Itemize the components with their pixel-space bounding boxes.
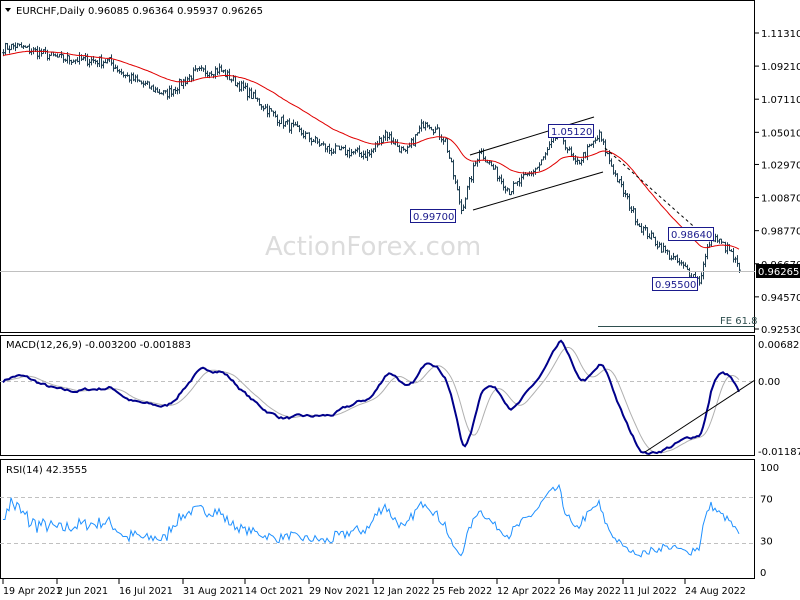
symbol-label: EURCHF,Daily [16, 6, 85, 17]
time-axis: 19 Apr 20212 Jun 2021 16 Jul 2021 31 Aug 2… [2, 579, 746, 597]
price-tick-label: 1.02970 [761, 160, 800, 171]
price-axis: 1.11310 1.09210 1.07110 1.05010 1.02970 1.008… [755, 29, 800, 336]
time-tick-label: 29 Nov 2021 [309, 586, 370, 597]
time-tick-label: 16 Jul 2021 [119, 586, 173, 597]
time-tick-label: 26 May 2022 [559, 586, 621, 597]
macd-label: MACD(12,26,9) -0.003200 -0.001883 [6, 340, 191, 351]
macd-tick-label: 0.006823 [758, 340, 800, 351]
rsi-label: RSI(14) 42.3555 [6, 465, 87, 476]
macd-tick-label: -0.011874 [758, 447, 800, 458]
rsi-axis: 100 70 30 0 [760, 463, 779, 579]
rsi-tick-label: 100 [760, 463, 779, 474]
rsi-tick-label: 0 [760, 568, 766, 579]
price-tick-label: 1.00870 [761, 194, 800, 205]
price-tick-label: 1.07110 [761, 95, 800, 106]
price-tick-label: 1.11310 [761, 29, 800, 40]
time-tick-label: 25 Feb 2022 [433, 586, 492, 597]
time-tick-label: 12 Jan 2022 [373, 586, 430, 597]
time-tick-label: 24 Aug 2022 [685, 586, 746, 597]
high-1-05120-label: 1.05120 [551, 127, 592, 138]
rsi-panel [0, 459, 755, 579]
low-0-99700-label: 0.99700 [413, 212, 454, 223]
price-tick-label: 0.92530 [761, 325, 800, 336]
time-tick-label: 19 Apr 2021 [3, 586, 62, 597]
high-0-98640-label: 0.98640 [671, 230, 712, 241]
time-tick-label: 31 Aug 2021 [183, 586, 244, 597]
time-tick-label: 11 Jul 2022 [623, 586, 677, 597]
fe-label: FE 61.8 [720, 316, 758, 327]
ohlc-values: 0.96085 0.96364 0.95937 0.96265 [88, 6, 263, 17]
macd-tick-label: 0.00 [758, 377, 780, 388]
price-panel [0, 0, 755, 333]
macd-axis: 0.006823 0.00 -0.011874 [758, 340, 800, 458]
watermark: ActionForex.com [265, 232, 481, 262]
price-tick-label: 0.98770 [761, 227, 800, 238]
rsi-tick-label: 30 [760, 537, 773, 548]
time-tick-label: 2 Jun 2021 [57, 586, 108, 597]
rsi-tick-label: 70 [760, 495, 773, 506]
time-tick-label: 14 Oct 2021 [245, 586, 304, 597]
current-price-label: 0.96265 [758, 267, 799, 278]
low-0-95500-label: 0.95500 [655, 280, 696, 291]
price-tick-label: 1.05010 [761, 128, 800, 139]
time-tick-label: 12 Apr 2022 [497, 586, 556, 597]
price-tick-label: 1.09210 [761, 62, 800, 73]
price-tick-label: 0.94570 [761, 293, 800, 304]
chart: ActionForex.com 1.11310 1.09210 1.07110 1.0… [0, 0, 800, 597]
